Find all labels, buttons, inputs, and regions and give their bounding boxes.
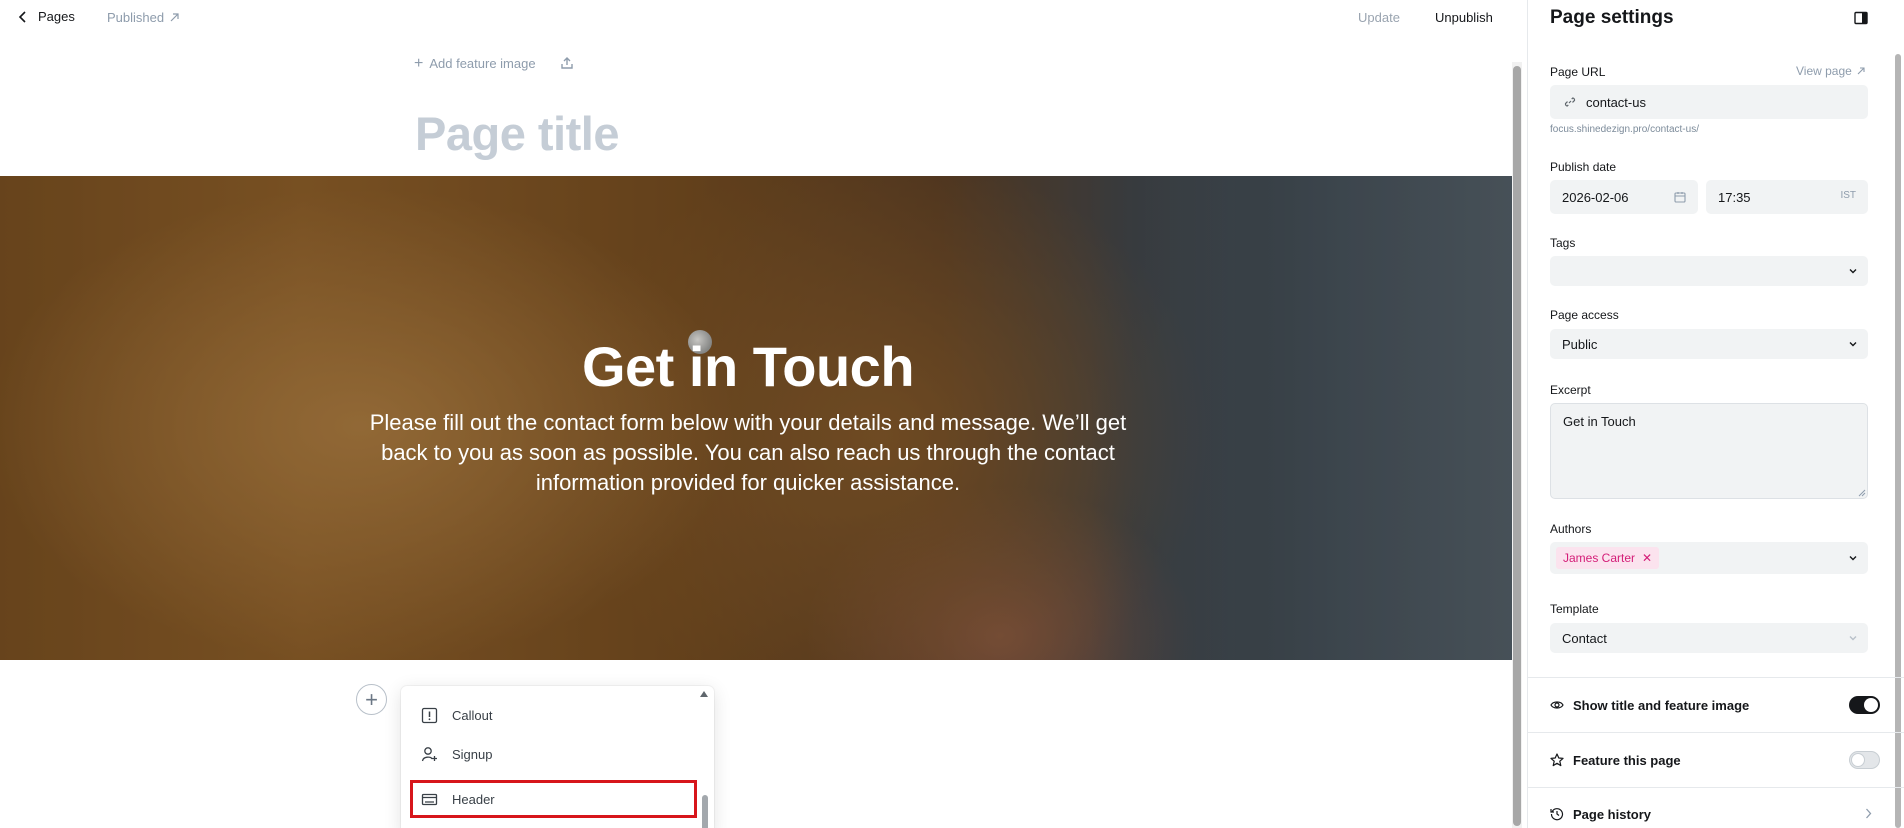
plus-icon: + (365, 686, 378, 712)
page-history-row[interactable]: Page history (1550, 799, 1880, 828)
feature-page-toggle[interactable] (1849, 751, 1880, 769)
page-access-label: Page access (1550, 308, 1619, 322)
back-to-pages-button[interactable]: Pages (18, 9, 75, 24)
divider (1528, 732, 1904, 733)
chevron-down-icon (1849, 269, 1857, 274)
page-url-label: Page URL (1550, 65, 1606, 79)
view-page-label: View page (1796, 64, 1852, 78)
excerpt-label: Excerpt (1550, 383, 1591, 397)
excerpt-textarea[interactable]: Get in Touch (1550, 403, 1868, 499)
external-link-icon (1857, 67, 1865, 75)
editor-scrollbar[interactable] (1512, 62, 1522, 828)
page-access-select[interactable]: Public (1550, 329, 1868, 359)
update-button[interactable]: Update (1358, 10, 1400, 25)
page-url-hint: focus.shinedezign.pro/contact-us/ (1550, 124, 1699, 135)
add-feature-image-button[interactable]: + Add feature image (414, 55, 536, 72)
author-name: James Carter (1563, 551, 1636, 565)
published-status-link[interactable]: Published (107, 10, 179, 25)
publish-date-input[interactable]: 2026-02-06 (1550, 180, 1698, 214)
card-menu-item-header[interactable]: Header (410, 780, 697, 818)
feature-page-row: Feature this page (1550, 745, 1880, 775)
chevron-left-icon (18, 10, 26, 23)
page-history-label: Page history (1573, 806, 1652, 822)
template-select[interactable]: Contact (1550, 623, 1868, 653)
author-chip[interactable]: James Carter ✕ (1556, 547, 1660, 569)
sidebar-toggle-icon[interactable] (1854, 11, 1868, 25)
history-icon (1550, 808, 1564, 821)
tags-select[interactable] (1550, 256, 1868, 286)
publish-time-value: 17:35 (1718, 189, 1751, 205)
header-icon (421, 793, 438, 805)
chevron-right-icon (1866, 808, 1872, 819)
divider (1528, 787, 1904, 788)
plus-icon: + (414, 55, 424, 72)
add-card-button[interactable]: + (356, 684, 387, 715)
publish-time-input[interactable]: 17:35 IST (1706, 180, 1868, 214)
editor-scrollbar-thumb[interactable] (1513, 66, 1521, 826)
menu-item-label: Callout (452, 707, 493, 723)
external-link-icon (170, 13, 179, 22)
show-title-row: Show title and feature image (1550, 690, 1880, 720)
view-page-link[interactable]: View page (1796, 64, 1865, 78)
editor-topbar: Pages Published Update Unpublish (0, 0, 1526, 36)
tags-label: Tags (1550, 236, 1576, 250)
hero-title[interactable]: Get in Touch (0, 334, 1496, 399)
menu-item-label: Header (452, 791, 495, 807)
hero-background-shade (1090, 176, 1512, 660)
card-menu-item-callout[interactable]: Callout (401, 696, 696, 734)
publish-date-label: Publish date (1550, 160, 1617, 174)
card-menu-scrollbar[interactable] (702, 795, 708, 828)
chevron-down-icon (1849, 636, 1857, 641)
show-title-label: Show title and feature image (1573, 697, 1750, 713)
back-label: Pages (38, 9, 75, 24)
link-icon (1564, 97, 1576, 107)
resize-grip-icon[interactable] (1857, 488, 1866, 497)
status-label: Published (107, 10, 165, 25)
page-url-field[interactable]: contact-us (1550, 85, 1868, 119)
hero-text[interactable]: Please fill out the contact form below w… (356, 408, 1140, 498)
signup-icon (421, 746, 437, 761)
chevron-down-icon (1849, 342, 1857, 347)
eye-icon (1550, 701, 1564, 709)
menu-item-label: Signup (452, 746, 493, 762)
header-card[interactable]: Get in Touch Please fill out the contact… (0, 176, 1512, 660)
remove-author-icon[interactable]: ✕ (1642, 551, 1652, 565)
page-access-value: Public (1562, 336, 1598, 352)
authors-select[interactable]: James Carter ✕ (1550, 542, 1868, 574)
scroll-up-arrow-icon[interactable] (699, 690, 709, 698)
card-menu: Callout Signup Header (401, 686, 714, 828)
settings-scrollbar[interactable] (1895, 54, 1901, 828)
calendar-icon[interactable] (1674, 191, 1686, 203)
image-upload-icon[interactable] (560, 56, 574, 70)
star-icon (1550, 753, 1564, 767)
add-feature-image-label: Add feature image (429, 56, 536, 71)
settings-title: Page settings (1550, 7, 1674, 28)
show-title-toggle[interactable] (1849, 696, 1880, 714)
page-settings-panel: Page settings Page URL View page contact… (1527, 0, 1904, 828)
chevron-down-icon (1849, 556, 1857, 561)
template-value: Contact (1562, 630, 1607, 646)
card-menu-item-signup[interactable]: Signup (401, 735, 696, 773)
page-title-input[interactable]: Page title (415, 106, 619, 161)
unpublish-button[interactable]: Unpublish (1435, 10, 1493, 25)
timezone-label: IST (1840, 190, 1856, 201)
template-label: Template (1550, 602, 1599, 616)
divider (1528, 677, 1904, 678)
feature-label: Feature this page (1573, 752, 1681, 768)
authors-label: Authors (1550, 522, 1592, 536)
page-url-value: contact-us (1586, 94, 1646, 110)
publish-date-value: 2026-02-06 (1562, 189, 1629, 205)
callout-icon (421, 707, 438, 723)
editor-area: Pages Published Update Unpublish + Add f… (0, 0, 1526, 828)
